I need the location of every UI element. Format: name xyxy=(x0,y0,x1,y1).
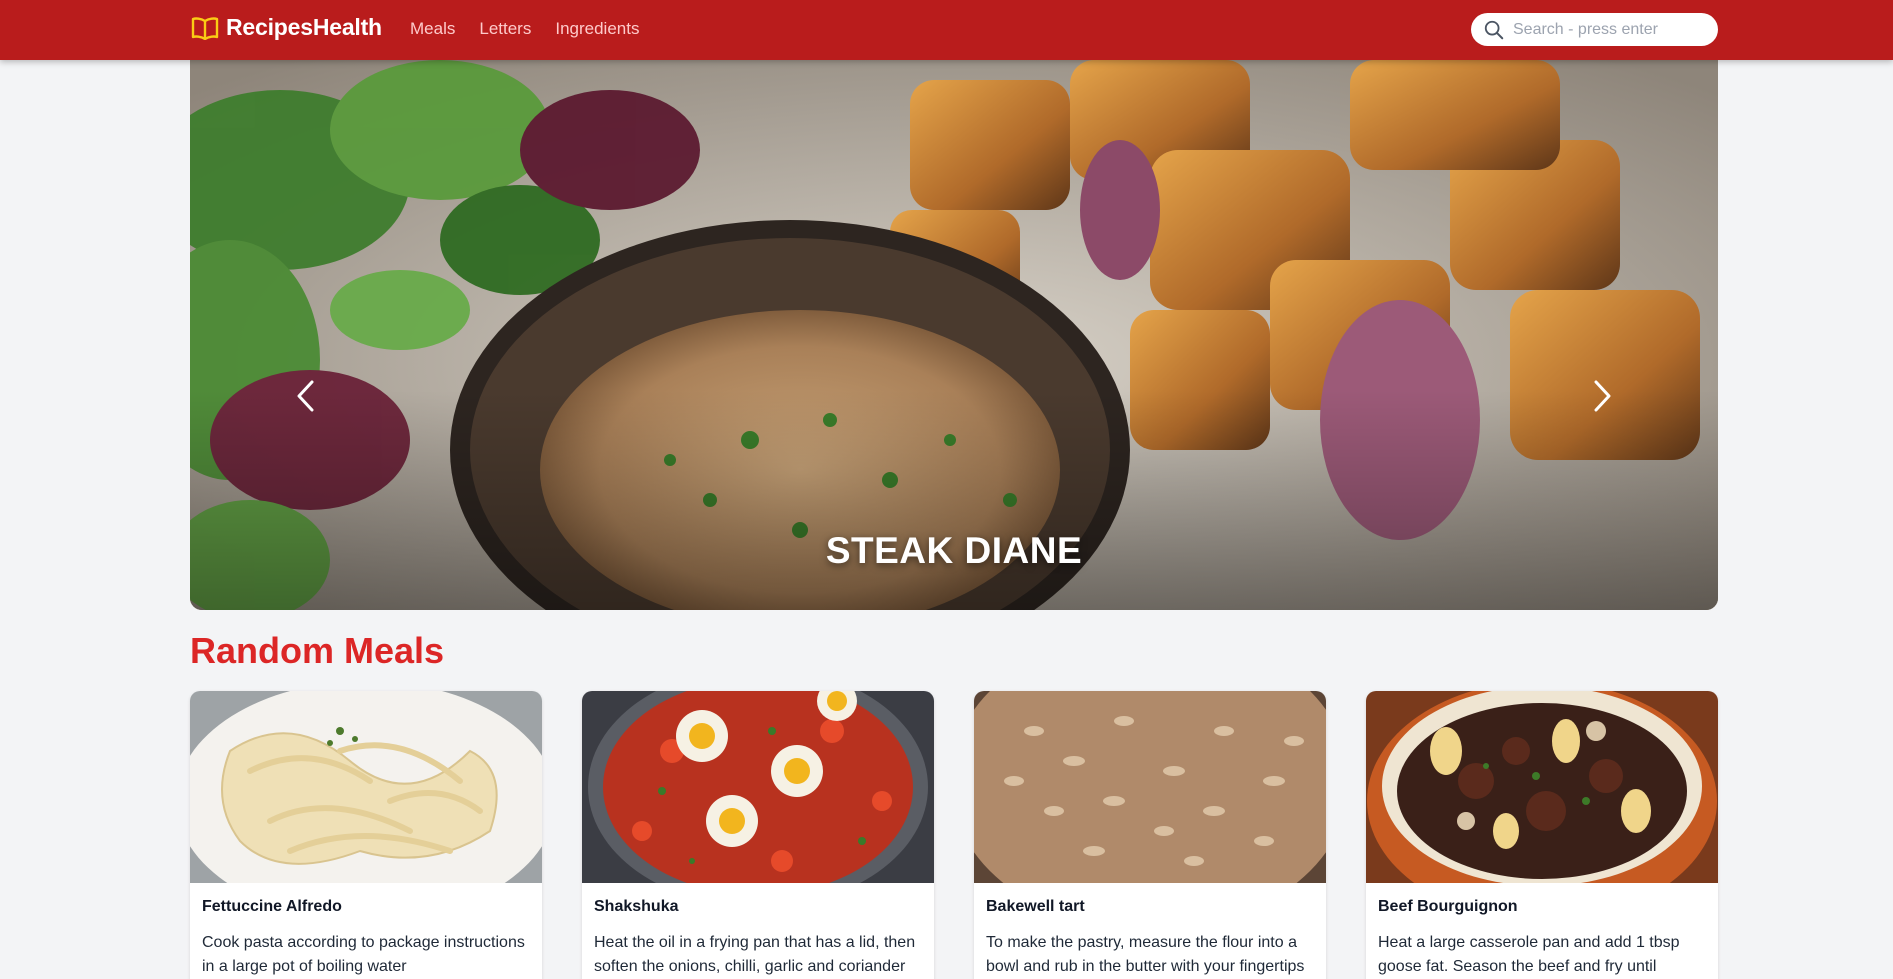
meal-instructions: Heat the oil in a frying pan that has a … xyxy=(594,934,916,975)
meal-thumbnail xyxy=(1366,691,1718,883)
meal-card[interactable]: Bakewell tart To make the pastry, measur… xyxy=(974,691,1326,979)
chevron-right-icon xyxy=(1594,380,1611,412)
magnifier-icon xyxy=(1484,20,1504,39)
nav-link-meals[interactable]: Meals xyxy=(410,19,455,39)
carousel-prev-button[interactable] xyxy=(286,376,326,416)
book-icon xyxy=(191,16,219,40)
meal-card[interactable]: Fettuccine Alfredo Cook pasta according … xyxy=(190,691,542,979)
meal-card[interactable]: Beef Bourguignon Heat a large casserole … xyxy=(1366,691,1718,979)
top-navbar: RecipesHealth Meals Letters Ingredients xyxy=(0,0,1893,60)
meal-name: Shakshuka xyxy=(594,898,679,915)
meal-instructions: To make the pastry, measure the flour in… xyxy=(986,934,1305,975)
brand-name: RecipesHealth xyxy=(226,14,382,40)
hero-meal-title[interactable]: STEAK DIANE xyxy=(190,530,1718,572)
brand-link[interactable]: RecipesHealth xyxy=(191,14,382,41)
meal-card-list: Fettuccine Alfredo Cook pasta according … xyxy=(190,691,1718,979)
main-nav: Meals Letters Ingredients xyxy=(410,19,639,39)
meal-card[interactable]: Shakshuka Heat the oil in a frying pan t… xyxy=(582,691,934,979)
meal-thumbnail xyxy=(582,691,934,883)
nav-link-letters[interactable]: Letters xyxy=(479,19,531,39)
hero-carousel: STEAK DIANE xyxy=(190,60,1718,610)
nav-link-ingredients[interactable]: Ingredients xyxy=(555,19,639,39)
hero-image xyxy=(190,60,1718,610)
meal-instructions: Heat a large casserole pan and add 1 tbs… xyxy=(1378,934,1680,975)
chevron-left-icon xyxy=(297,380,314,412)
meal-name: Beef Bourguignon xyxy=(1378,898,1518,915)
meal-thumbnail xyxy=(974,691,1326,883)
meal-name: Fettuccine Alfredo xyxy=(202,898,342,915)
meal-instructions: Cook pasta according to package instruct… xyxy=(202,934,525,975)
meal-name: Bakewell tart xyxy=(986,898,1085,915)
carousel-next-button[interactable] xyxy=(1582,376,1622,416)
search-input[interactable] xyxy=(1513,20,1703,39)
section-title-random-meals: Random Meals xyxy=(190,630,445,671)
meal-thumbnail xyxy=(190,691,542,883)
search-box[interactable] xyxy=(1471,13,1718,46)
